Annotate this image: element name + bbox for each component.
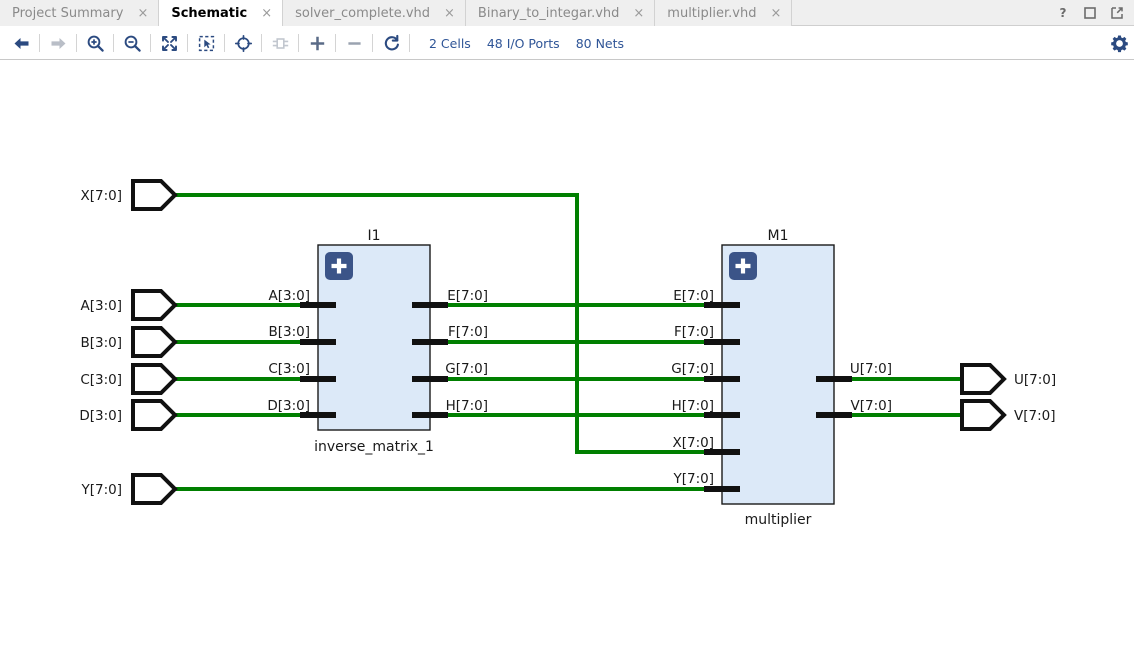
output-port-V[interactable]: V[7:0] xyxy=(960,399,1056,431)
pin-label-A: A[3:0] xyxy=(269,288,311,304)
tab-project-summary[interactable]: Project Summary × xyxy=(0,0,160,26)
port-label: Y[7:0] xyxy=(80,482,122,498)
pin-label-C: C[3:0] xyxy=(268,361,310,377)
schematic-viewer-window: Project Summary × Schematic × solver_com… xyxy=(0,0,1134,659)
port-label: A[3:0] xyxy=(81,298,123,314)
toolbar-separator xyxy=(261,34,262,52)
pin-label-G: G[7:0] xyxy=(445,361,488,377)
port-label: C[3:0] xyxy=(80,372,122,388)
port-label: X[7:0] xyxy=(80,188,122,204)
add-icon[interactable] xyxy=(302,30,332,56)
maximize-icon[interactable] xyxy=(1083,6,1097,20)
output-port-U[interactable]: U[7:0] xyxy=(960,363,1056,395)
reload-icon[interactable] xyxy=(376,30,406,56)
block-type-name: multiplier xyxy=(745,512,812,528)
tab-label: multiplier.vhd xyxy=(667,5,757,21)
schematic-drawing: X[7:0] A[3:0] B[3:0] C[3:0] D[3:0] Y[7:0… xyxy=(79,179,1056,528)
pin-label-F: F[7:0] xyxy=(674,324,714,340)
input-port-C[interactable]: C[3:0] xyxy=(80,363,178,395)
tab-solver-complete-vhd[interactable]: solver_complete.vhd × xyxy=(283,0,466,26)
input-port-D[interactable]: D[3:0] xyxy=(79,399,178,431)
tab-bar-spacer xyxy=(792,0,1050,25)
pin-label-D: D[3:0] xyxy=(267,398,310,414)
float-window-icon[interactable] xyxy=(1110,6,1124,20)
block-body[interactable] xyxy=(721,244,835,505)
cells-count[interactable]: 2 Cells xyxy=(429,36,471,51)
toolbar-separator xyxy=(335,34,336,52)
tab-bar: Project Summary × Schematic × solver_com… xyxy=(0,0,1134,26)
forward-icon[interactable] xyxy=(43,30,73,56)
pin-label-V: V[7:0] xyxy=(851,398,893,414)
toolbar-separator xyxy=(76,34,77,52)
input-port-A[interactable]: A[3:0] xyxy=(81,289,178,321)
tab-label: Project Summary xyxy=(12,5,124,21)
toolbar-separator xyxy=(224,34,225,52)
help-icon[interactable]: ? xyxy=(1056,6,1070,20)
expand-block-button[interactable] xyxy=(325,252,353,280)
toolbar-separator xyxy=(39,34,40,52)
zoom-out-icon[interactable] xyxy=(117,30,147,56)
tab-label: Schematic xyxy=(171,5,248,21)
io-ports-count[interactable]: 48 I/O Ports xyxy=(487,36,560,51)
pin-label-F: F[7:0] xyxy=(448,324,488,340)
port-label: U[7:0] xyxy=(1014,372,1056,388)
pin-label-B: B[3:0] xyxy=(268,324,310,340)
pin-label-Y: Y[7:0] xyxy=(672,471,714,487)
tab-close-icon[interactable]: × xyxy=(444,7,455,20)
tab-close-icon[interactable]: × xyxy=(633,7,644,20)
expand-block-button[interactable] xyxy=(729,252,757,280)
back-icon[interactable] xyxy=(6,30,36,56)
pin-label-E: E[7:0] xyxy=(673,288,714,304)
tab-label: solver_complete.vhd xyxy=(295,5,431,21)
pin-label-H: H[7:0] xyxy=(446,398,488,414)
nets-count[interactable]: 80 Nets xyxy=(576,36,624,51)
schematic-canvas[interactable]: X[7:0] A[3:0] B[3:0] C[3:0] D[3:0] Y[7:0… xyxy=(0,61,1134,659)
svg-text:?: ? xyxy=(1060,6,1067,20)
tab-binary-to-integar-vhd[interactable]: Binary_to_integar.vhd × xyxy=(465,0,656,26)
toolbar-right-group xyxy=(1104,30,1134,56)
zoom-area-icon[interactable] xyxy=(191,30,221,56)
input-port-B[interactable]: B[3:0] xyxy=(80,326,178,358)
tab-schematic[interactable]: Schematic × xyxy=(159,0,284,26)
pin-label-G: G[7:0] xyxy=(671,361,714,377)
tab-label: Binary_to_integar.vhd xyxy=(477,5,620,21)
window-controls: ? xyxy=(1050,0,1134,25)
nets-layer xyxy=(175,193,960,491)
zoom-in-icon[interactable] xyxy=(80,30,110,56)
tab-close-icon[interactable]: × xyxy=(137,7,148,20)
toolbar-separator xyxy=(187,34,188,52)
expand-cell-icon[interactable] xyxy=(265,30,295,56)
tab-close-icon[interactable]: × xyxy=(261,7,272,20)
input-ports-layer: X[7:0] A[3:0] B[3:0] C[3:0] D[3:0] Y[7:0… xyxy=(79,179,178,505)
autofit-icon[interactable] xyxy=(228,30,258,56)
port-label: V[7:0] xyxy=(1014,408,1056,424)
tab-multiplier-vhd[interactable]: multiplier.vhd × xyxy=(655,0,793,26)
gear-icon[interactable] xyxy=(1104,30,1134,56)
pin-label-X: X[7:0] xyxy=(672,435,714,451)
remove-icon[interactable] xyxy=(339,30,369,56)
toolbar-separator xyxy=(113,34,114,52)
pin-label-U: U[7:0] xyxy=(850,361,892,377)
toolbar-separator xyxy=(298,34,299,52)
pin-label-E: E[7:0] xyxy=(447,288,488,304)
port-label: B[3:0] xyxy=(80,335,122,351)
input-port-Y[interactable]: Y[7:0] xyxy=(80,473,178,505)
input-port-X[interactable]: X[7:0] xyxy=(80,179,178,211)
tab-close-icon[interactable]: × xyxy=(770,7,781,20)
port-label: D[3:0] xyxy=(79,408,122,424)
block-type-name: inverse_matrix_1 xyxy=(314,439,434,455)
zoom-fit-icon[interactable] xyxy=(154,30,184,56)
pin-label-H: H[7:0] xyxy=(672,398,714,414)
toolbar-separator xyxy=(409,34,410,52)
toolbar-separator xyxy=(372,34,373,52)
block-instance-name: I1 xyxy=(367,228,380,244)
schematic-toolbar: 2 Cells 48 I/O Ports 80 Nets xyxy=(0,27,1134,60)
toolbar-separator xyxy=(150,34,151,52)
block-instance-name: M1 xyxy=(768,228,789,244)
output-ports-layer: U[7:0] V[7:0] xyxy=(960,363,1056,431)
